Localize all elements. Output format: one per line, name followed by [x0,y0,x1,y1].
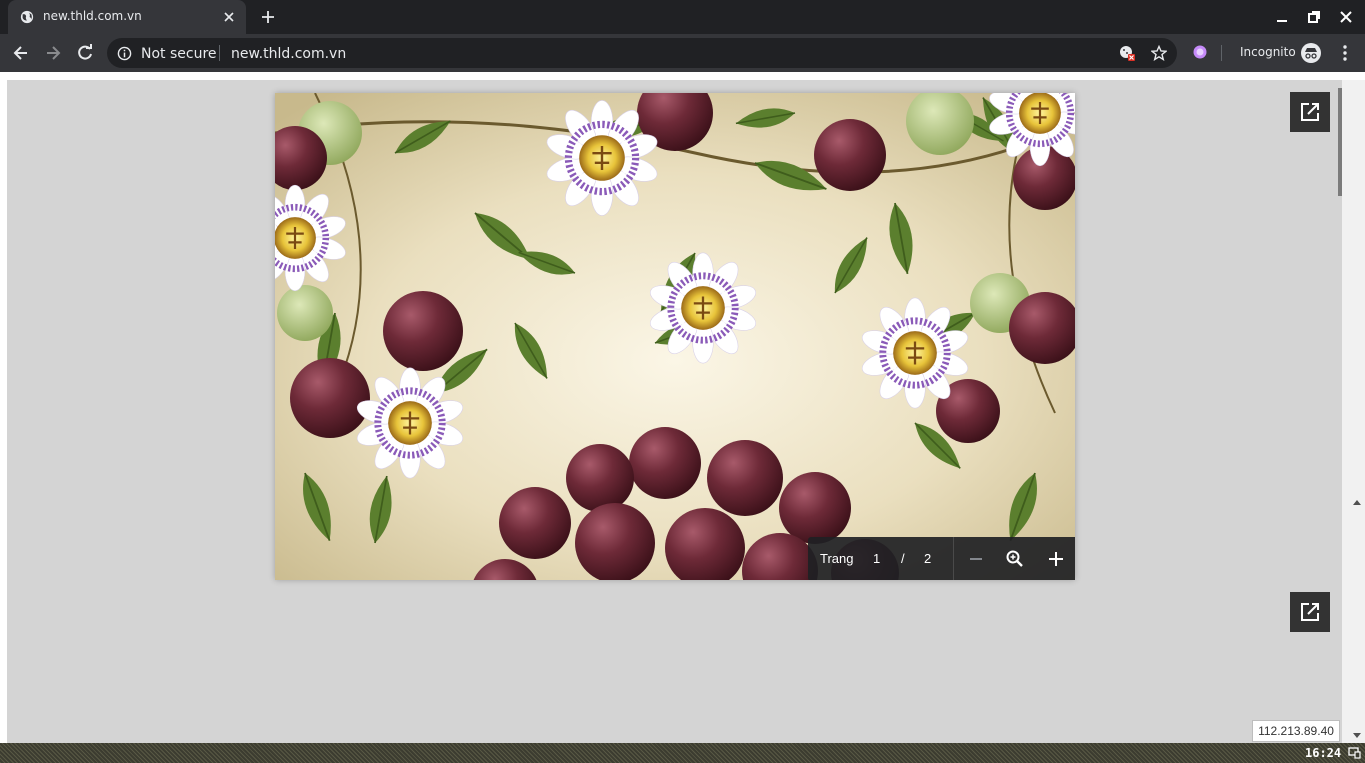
reload-icon[interactable] [75,43,95,63]
open-in-new-icon [1301,603,1319,621]
browser-tab[interactable]: new.thld.com.vn [8,0,246,34]
bookmark-star-icon[interactable] [1151,45,1167,61]
page-label: Trang [820,551,854,566]
incognito-icon[interactable] [1300,42,1322,64]
pdf-page-image: Trang 1 / 2 [275,93,1075,580]
open-external-button-1[interactable] [1290,92,1330,132]
window-close-icon[interactable] [1339,10,1353,24]
minimize-icon[interactable] [1275,10,1289,24]
extension-icon[interactable] [1192,44,1208,60]
scroll-up-icon[interactable] [1352,498,1362,506]
address-separator [219,45,220,61]
pdf-viewer[interactable]: Trang 1 / 2 [7,80,1348,743]
open-external-button-2[interactable] [1290,592,1330,632]
tab-title: new.thld.com.vn [43,9,142,23]
toolbar-separator [1221,45,1222,61]
globe-icon [20,10,34,24]
clock: 16:24 [1305,746,1342,760]
zoom-out-icon[interactable] [966,549,986,569]
toolbar-divider [953,537,954,580]
scroll-down-icon[interactable] [1352,732,1362,740]
page-scrollbar[interactable] [1342,80,1365,743]
kebab-menu-icon[interactable] [1337,44,1353,62]
passion-fruit-illustration [275,93,1075,580]
incognito-label[interactable]: Incognito [1240,45,1296,59]
display-tray-icon[interactable] [1348,747,1361,759]
restore-icon[interactable] [1307,10,1321,24]
pdf-page-toolbar: Trang 1 / 2 [808,537,1075,580]
total-pages: 2 [924,551,932,566]
forward-icon[interactable] [43,43,63,63]
browser-toolbar: Not secure new.thld.com.vn Incognito [0,34,1365,72]
url-text[interactable]: new.thld.com.vn [231,46,346,62]
tab-close-icon[interactable] [222,10,236,24]
ip-address-tooltip: 112.213.89.40 [1252,720,1340,742]
info-icon[interactable] [117,46,132,61]
page-separator: / [901,551,905,566]
blocked-cookies-icon[interactable] [1119,45,1135,61]
zoom-in-icon[interactable] [1005,549,1025,569]
back-icon[interactable] [11,43,31,63]
security-label[interactable]: Not secure [141,46,217,62]
address-bar[interactable]: Not secure new.thld.com.vn [107,38,1177,68]
title-bar: new.thld.com.vn [0,0,1365,34]
current-page-input[interactable]: 1 [873,551,880,566]
page-viewport: Trang 1 / 2 112.213.89.40 [0,72,1365,743]
new-tab-icon[interactable] [260,9,276,25]
open-in-new-icon [1301,103,1319,121]
plus-icon[interactable] [1046,549,1066,569]
system-taskbar: 16:24 [0,743,1365,763]
